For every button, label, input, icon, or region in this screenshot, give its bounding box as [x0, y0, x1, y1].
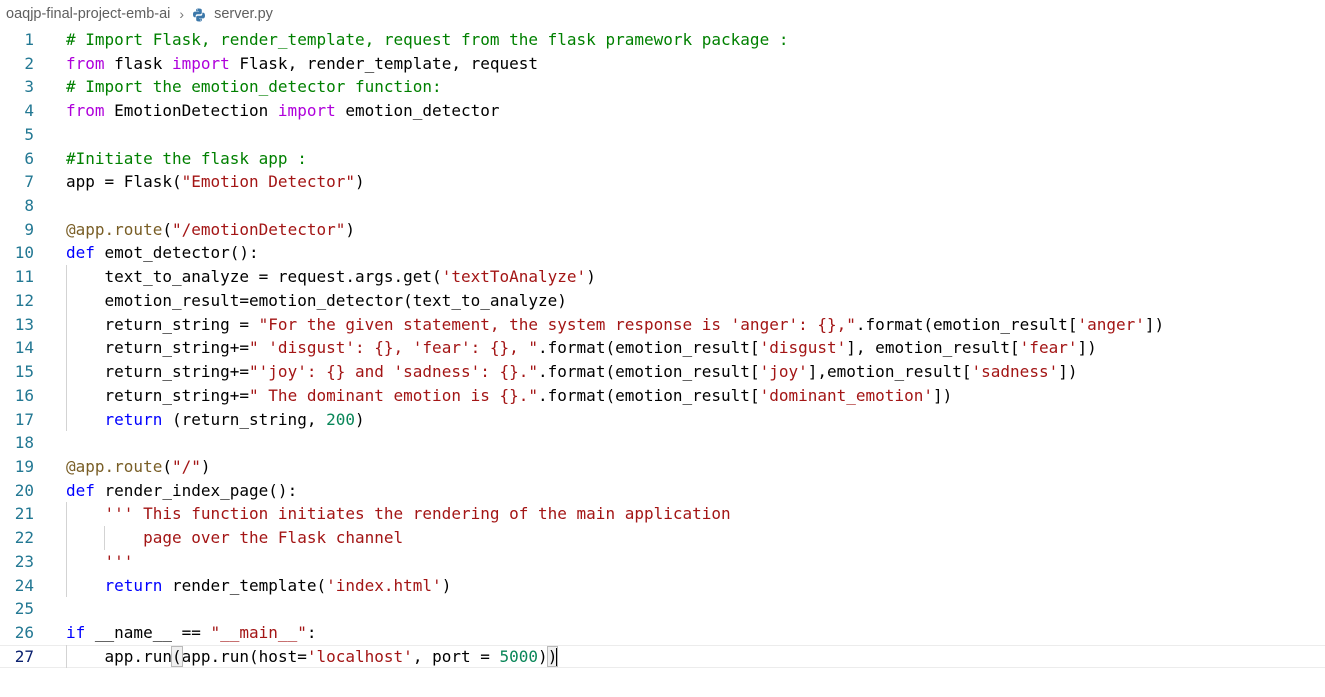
code-text[interactable]: return_string+=" 'disgust': {}, 'fear': … — [66, 336, 1097, 360]
code-text[interactable]: def render_index_page(): — [66, 479, 297, 503]
line-number: 4 — [24, 101, 34, 121]
code-line[interactable]: 4 from EmotionDetection import emotion_de… — [0, 99, 1325, 123]
code-line[interactable]: 26 if __name__ == "__main__": — [0, 621, 1325, 645]
code-line[interactable]: 11 text_to_analyze = request.args.get('t… — [0, 265, 1325, 289]
code-line[interactable]: 17 return (return_string, 200) — [0, 407, 1325, 432]
code-text[interactable]: page over the Flask channel — [66, 526, 403, 550]
indent-guide — [66, 288, 67, 313]
code-text[interactable]: return_string+=" The dominant emotion is… — [66, 384, 953, 408]
indent-guide — [66, 383, 67, 408]
breadcrumb-folder[interactable]: oaqjp-final-project-emb-ai — [6, 6, 170, 22]
line-number: 11 — [14, 267, 34, 287]
line-number: 19 — [14, 456, 34, 476]
code-text[interactable]: from flask import Flask, render_template… — [66, 52, 538, 76]
code-text[interactable]: emotion_result=emotion_detector(text_to_… — [66, 289, 567, 313]
code-text[interactable]: app = Flask("Emotion Detector") — [66, 170, 365, 194]
breadcrumb-file[interactable]: server.py — [214, 6, 273, 22]
code-editor[interactable]: 1 # Import Flask, render_template, reques… — [0, 28, 1325, 669]
line-number: 9 — [24, 219, 34, 239]
code-line[interactable]: 5 — [0, 123, 1325, 147]
indent-guide — [66, 549, 67, 574]
code-text[interactable]: @app.route("/") — [66, 455, 211, 479]
line-number: 7 — [24, 172, 34, 192]
code-line[interactable]: 14 return_string+=" 'disgust': {}, 'fear… — [0, 336, 1325, 361]
chevron-right-icon: › — [179, 6, 185, 22]
code-line[interactable]: 23 ''' — [0, 549, 1325, 574]
line-number: 6 — [24, 148, 34, 168]
code-line[interactable]: 3 # Import the emotion_detector function: — [0, 75, 1325, 99]
line-number: 1 — [24, 30, 34, 49]
code-line[interactable]: 1 # Import Flask, render_template, reques… — [0, 28, 1325, 52]
line-number: 22 — [14, 528, 34, 548]
line-number: 10 — [14, 243, 34, 263]
code-line[interactable]: 20 def render_index_page(): — [0, 479, 1325, 503]
code-text[interactable]: ''' — [66, 550, 134, 574]
indent-guide — [66, 265, 67, 289]
line-number: 3 — [24, 77, 34, 97]
indent-guide — [66, 526, 67, 550]
code-line[interactable]: 8 — [0, 194, 1325, 218]
line-number: 15 — [14, 362, 34, 382]
code-text[interactable]: return_string = "For the given statement… — [66, 313, 1165, 337]
line-number: 2 — [24, 53, 34, 73]
code-line[interactable]: 15 return_string+="'joy': {} and 'sadnes… — [0, 360, 1325, 384]
code-line[interactable]: 2 from flask import Flask, render_templat… — [0, 52, 1325, 76]
code-line[interactable]: 12 emotion_result=emotion_detector(text_… — [0, 288, 1325, 313]
indent-guide — [66, 360, 67, 384]
code-line[interactable]: 18 — [0, 431, 1325, 455]
code-line[interactable]: 24 return render_template('index.html') — [0, 573, 1325, 598]
text-cursor — [556, 647, 559, 667]
line-number: 13 — [14, 314, 34, 334]
line-number: 8 — [24, 196, 34, 216]
indent-guide — [66, 573, 67, 598]
code-line[interactable]: 9 @app.route("/emotionDetector") — [0, 218, 1325, 242]
indent-guide — [66, 336, 67, 361]
line-number: 20 — [14, 480, 34, 500]
code-text[interactable]: return render_template('index.html') — [66, 574, 452, 598]
line-number: 12 — [14, 290, 34, 310]
indent-guide — [66, 502, 67, 527]
code-text[interactable]: # Import Flask, render_template, request… — [66, 28, 798, 52]
code-text[interactable]: text_to_analyze = request.args.get('text… — [66, 265, 596, 289]
breadcrumb: oaqjp-final-project-emb-ai › server.py — [0, 0, 1325, 28]
code-line[interactable]: 19 @app.route("/") — [0, 455, 1325, 479]
code-line[interactable]: 21 ''' This function initiates the rende… — [0, 502, 1325, 527]
code-text[interactable]: #Initiate the flask app : — [66, 147, 307, 171]
code-text[interactable]: from EmotionDetection import emotion_det… — [66, 99, 499, 123]
code-text[interactable]: app.run(app.run(host='localhost', port =… — [66, 645, 559, 669]
indent-guide — [104, 526, 106, 550]
code-text[interactable]: if __name__ == "__main__": — [66, 621, 316, 645]
line-number: 26 — [14, 622, 34, 642]
code-text[interactable]: return_string+="'joy': {} and 'sadness':… — [66, 360, 1078, 384]
line-number: 25 — [14, 599, 34, 619]
line-number: 16 — [14, 385, 34, 405]
indent-guide — [66, 312, 67, 337]
indent-guide — [66, 407, 67, 432]
line-number: 27 — [14, 646, 34, 666]
code-line[interactable]: 16 return_string+=" The dominant emotion… — [0, 383, 1325, 408]
code-text[interactable]: @app.route("/emotionDetector") — [66, 218, 355, 242]
line-number: 24 — [14, 575, 34, 595]
line-number: 21 — [14, 504, 34, 524]
code-line[interactable]: 27 app.run(app.run(host='localhost', por… — [0, 644, 1325, 669]
indent-guide — [66, 644, 67, 669]
code-text[interactable]: ''' This function initiates the renderin… — [66, 502, 731, 526]
code-text[interactable]: # Import the emotion_detector function: — [66, 75, 442, 99]
line-number: 5 — [24, 124, 34, 144]
line-number: 23 — [14, 551, 34, 571]
line-number: 18 — [14, 433, 34, 453]
code-line[interactable]: 25 — [0, 597, 1325, 621]
code-line[interactable]: 7 app = Flask("Emotion Detector") — [0, 170, 1325, 194]
code-line[interactable]: 22 page over the Flask channel — [0, 526, 1325, 550]
code-text[interactable]: def emot_detector(): — [66, 241, 259, 265]
code-line[interactable]: 10 def emot_detector(): — [0, 241, 1325, 265]
python-icon — [192, 8, 206, 22]
code-line[interactable]: 13 return_string = "For the given statem… — [0, 312, 1325, 337]
line-number: 14 — [14, 338, 34, 358]
code-line[interactable]: 6 #Initiate the flask app : — [0, 147, 1325, 171]
line-number: 17 — [14, 409, 34, 429]
code-text[interactable]: return (return_string, 200) — [66, 408, 365, 432]
